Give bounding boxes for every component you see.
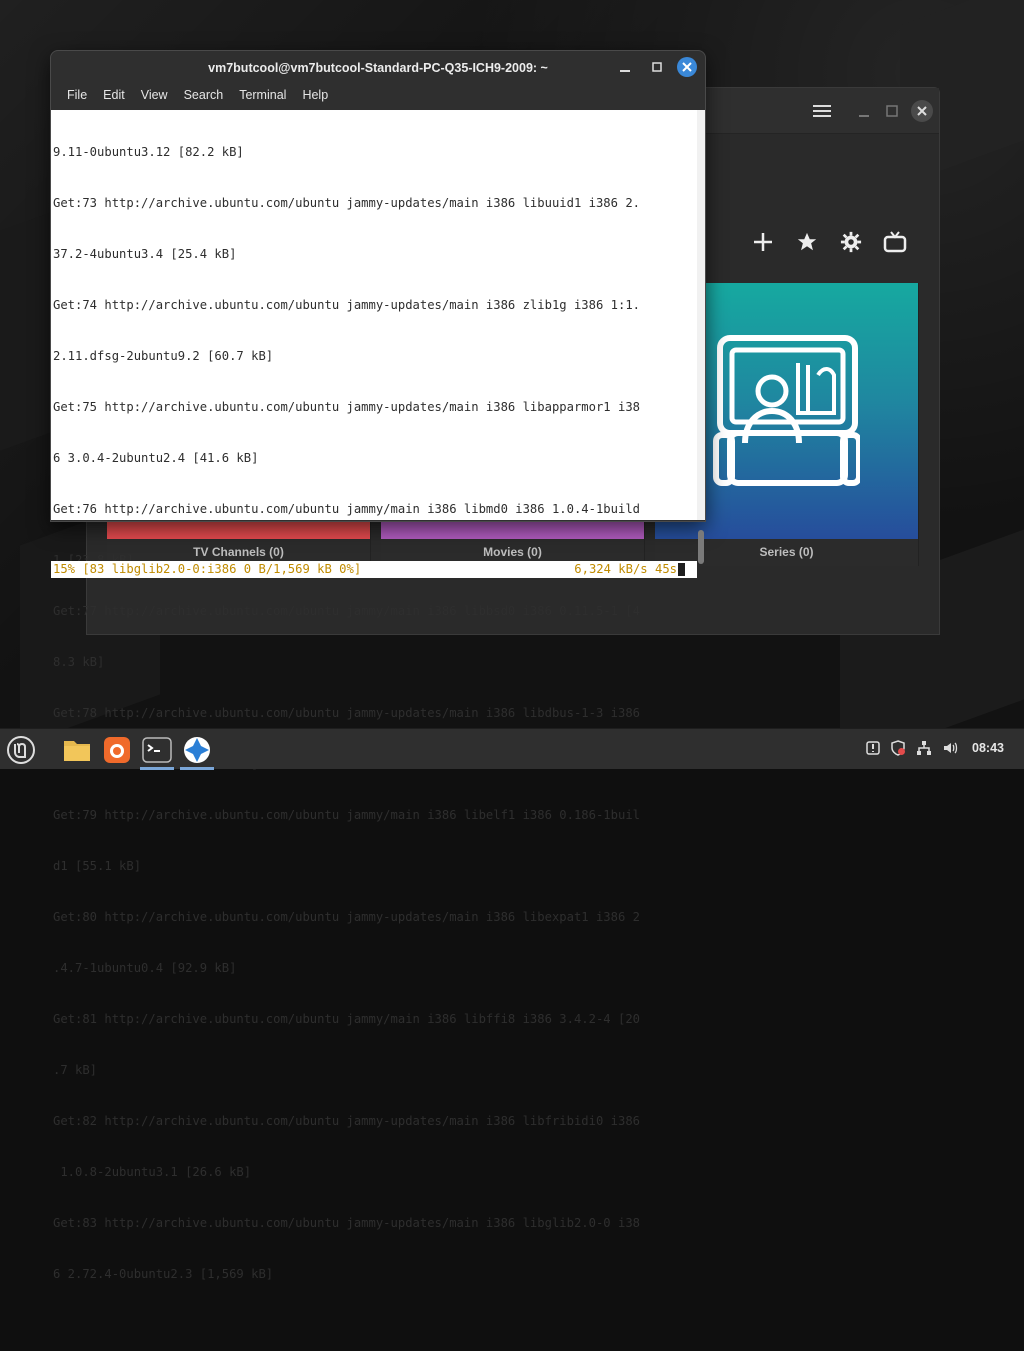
terminal-line: 1.0.8-2ubuntu3.1 [26.6 kB] <box>53 1165 252 1179</box>
terminal-line: 6 3.0.4-2ubuntu2.4 [41.6 kB] <box>53 451 259 465</box>
terminal-line: .4.7-1ubuntu0.4 [92.9 kB] <box>53 961 237 975</box>
terminal-line: Get:75 http://archive.ubuntu.com/ubuntu … <box>53 400 640 414</box>
menu-view[interactable]: View <box>133 88 176 102</box>
shield-icon[interactable] <box>889 739 907 757</box>
volume-icon[interactable] <box>941 739 959 757</box>
terminal-line: 8.3 kB] <box>53 655 105 669</box>
terminal-line: Get:77 http://archive.ubuntu.com/ubuntu … <box>53 604 640 618</box>
iptv-app-button[interactable] <box>180 733 214 770</box>
terminal-titlebar: vm7butcool@vm7butcool-Standard-PC-Q35-IC… <box>51 51 705 84</box>
close-icon[interactable] <box>911 100 933 122</box>
menu-button[interactable] <box>4 733 38 767</box>
menu-search[interactable]: Search <box>176 88 232 102</box>
terminal-line: d1 [55.1 kB] <box>53 859 142 873</box>
terminal-app-button[interactable] <box>140 733 174 770</box>
terminal-line: Get:78 http://archive.ubuntu.com/ubuntu … <box>53 706 640 720</box>
progress-text: 15% [83 libglib2.0-0:i386 0 B/1,569 kB 0… <box>53 562 362 576</box>
terminal-line: Get:79 http://archive.ubuntu.com/ubuntu … <box>53 808 640 822</box>
hamburger-menu-icon[interactable] <box>811 100 833 122</box>
terminal-icon <box>142 737 172 763</box>
add-icon[interactable] <box>749 228 777 256</box>
terminal-line: Get:83 http://archive.ubuntu.com/ubuntu … <box>53 1216 640 1230</box>
terminal-line: Get:73 http://archive.ubuntu.com/ubuntu … <box>53 196 640 210</box>
taskbar: 08:43 <box>0 728 1024 770</box>
download-speed: 6,324 kB/s 45s <box>574 562 677 576</box>
files-app-button[interactable] <box>60 733 94 767</box>
menu-edit[interactable]: Edit <box>95 88 133 102</box>
terminal-line: 37.2-4ubuntu3.4 [25.4 kB] <box>53 247 237 261</box>
close-icon[interactable] <box>677 57 697 77</box>
terminal-line: 6 2.72.4-0ubuntu2.3 [1,569 kB] <box>53 1267 274 1281</box>
gear-icon[interactable] <box>837 228 865 256</box>
clock[interactable]: 08:43 <box>972 741 1004 755</box>
terminal-line: 2.11.dfsg-2ubuntu9.2 [60.7 kB] <box>53 349 274 363</box>
terminal-menubar: File Edit View Search Terminal Help <box>51 84 705 106</box>
network-icon[interactable] <box>915 739 933 757</box>
minimize-icon[interactable] <box>853 100 875 122</box>
star-icon[interactable] <box>793 228 821 256</box>
update-manager-icon[interactable] <box>864 739 882 757</box>
app-toolbar <box>749 228 909 256</box>
menu-help[interactable]: Help <box>294 88 336 102</box>
menu-terminal[interactable]: Terminal <box>231 88 294 102</box>
terminal-line: Get:76 http://archive.ubuntu.com/ubuntu … <box>53 502 640 516</box>
maximize-icon[interactable] <box>647 57 667 77</box>
terminal-scrollbar[interactable] <box>697 110 705 564</box>
folder-icon <box>64 741 90 761</box>
terminal-output[interactable]: 9.11-0ubuntu3.12 [82.2 kB] Get:73 http:/… <box>51 110 699 1281</box>
series-illustration-icon <box>713 335 860 486</box>
terminal-line: 9.11-0ubuntu3.12 [82.2 kB] <box>53 145 244 159</box>
firefox-button[interactable] <box>100 733 134 767</box>
tv-icon[interactable] <box>881 228 909 256</box>
menu-file[interactable]: File <box>59 88 95 102</box>
terminal-line: Get:74 http://archive.ubuntu.com/ubuntu … <box>53 298 640 312</box>
mint-logo-icon <box>7 736 35 764</box>
maximize-icon[interactable] <box>881 100 903 122</box>
progress-status-line: 15% [83 libglib2.0-0:i386 0 B/1,569 kB 0… <box>51 561 697 578</box>
terminal-line: Get:80 http://archive.ubuntu.com/ubuntu … <box>53 910 640 924</box>
terminal-line: Get:81 http://archive.ubuntu.com/ubuntu … <box>53 1012 640 1026</box>
hypnotix-icon <box>184 737 210 763</box>
terminal-title: vm7butcool@vm7butcool-Standard-PC-Q35-IC… <box>208 60 548 75</box>
terminal-cursor <box>678 563 685 576</box>
terminal-window: vm7butcool@vm7butcool-Standard-PC-Q35-IC… <box>50 50 706 1281</box>
firefox-icon <box>104 737 130 763</box>
terminal-line: Get:82 http://archive.ubuntu.com/ubuntu … <box>53 1114 640 1128</box>
scrollbar-thumb[interactable] <box>698 530 704 564</box>
terminal-line: .7 kB] <box>53 1063 98 1077</box>
minimize-icon[interactable] <box>615 57 635 77</box>
